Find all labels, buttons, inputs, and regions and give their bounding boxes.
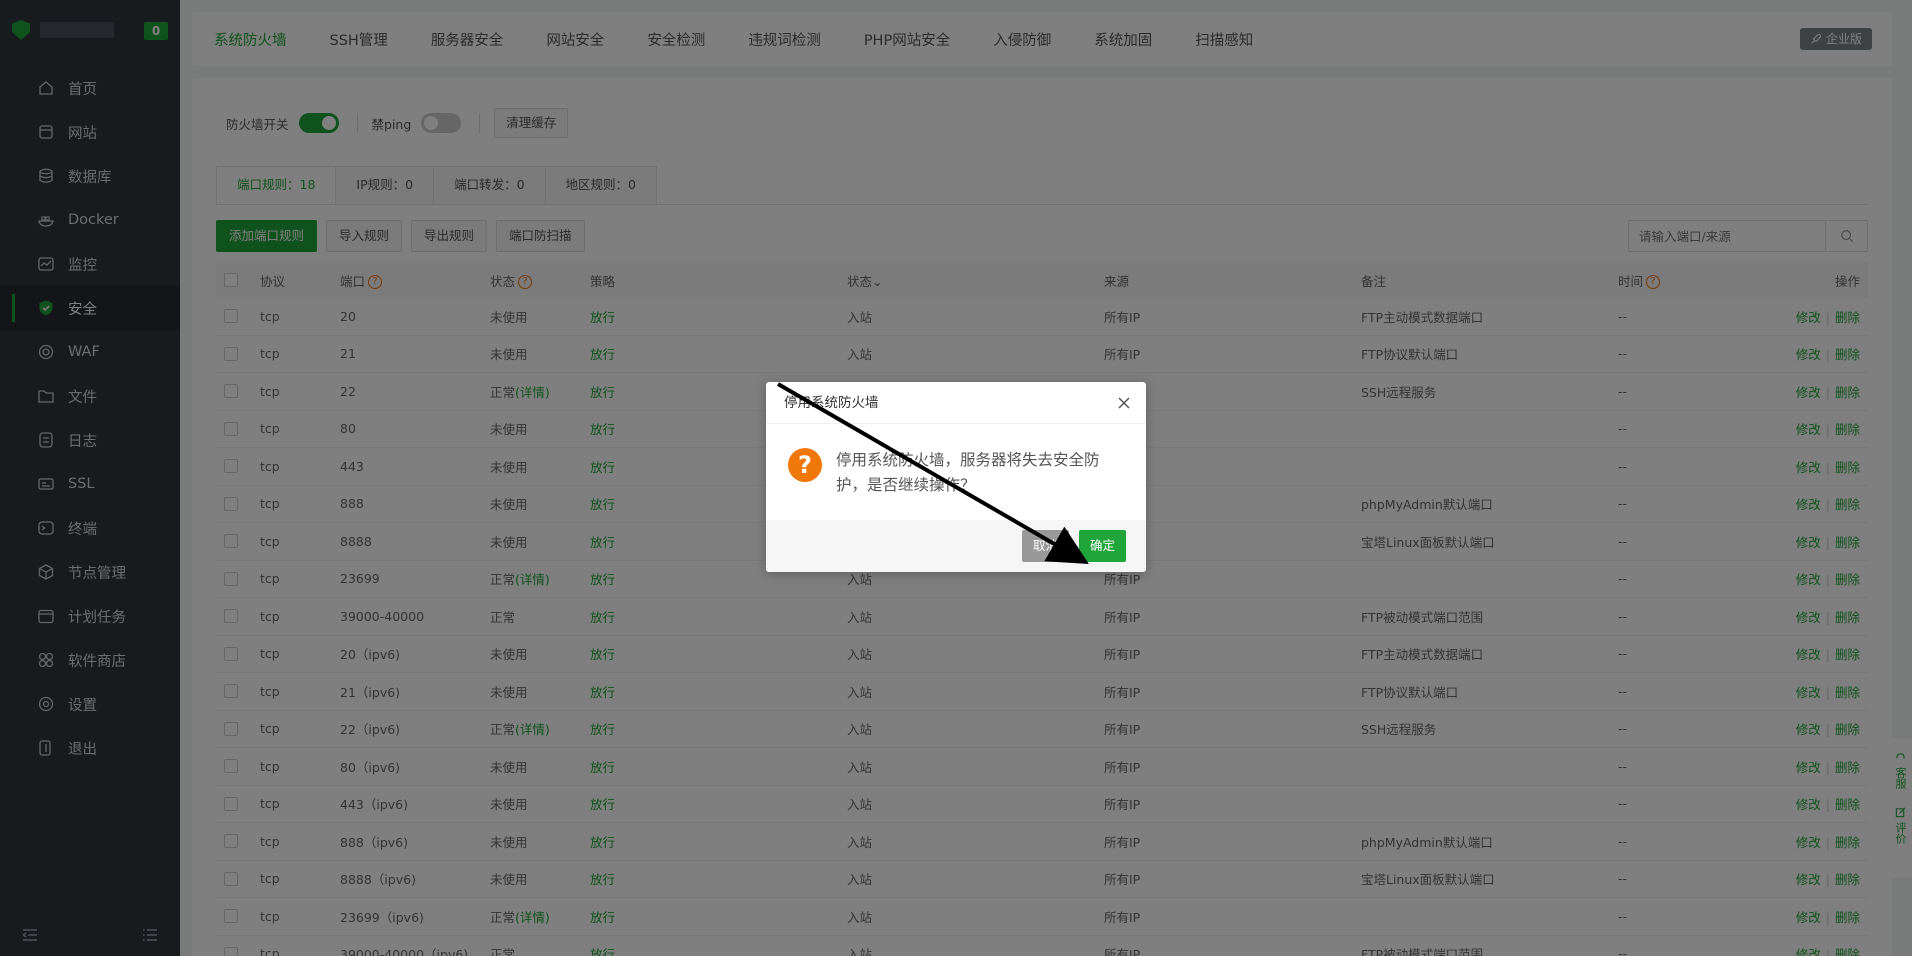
confirm-button[interactable]: 确定 bbox=[1078, 530, 1126, 562]
close-icon[interactable] bbox=[1116, 395, 1132, 411]
dialog-header: 停用系统防火墙 bbox=[766, 382, 1146, 424]
question-icon: ? bbox=[788, 448, 822, 482]
dialog-body: ? 停用系统防火墙，服务器将失去安全防护，是否继续操作？ bbox=[766, 424, 1146, 519]
dialog-title: 停用系统防火墙 bbox=[784, 395, 879, 411]
dialog-message: 停用系统防火墙，服务器将失去安全防护，是否继续操作？ bbox=[836, 451, 1100, 494]
dialog-footer: 取消 确定 bbox=[766, 520, 1146, 572]
cancel-button[interactable]: 取消 bbox=[1021, 530, 1069, 562]
disable-firewall-dialog: 停用系统防火墙 ? 停用系统防火墙，服务器将失去安全防护，是否继续操作？ 取消 … bbox=[766, 382, 1146, 572]
